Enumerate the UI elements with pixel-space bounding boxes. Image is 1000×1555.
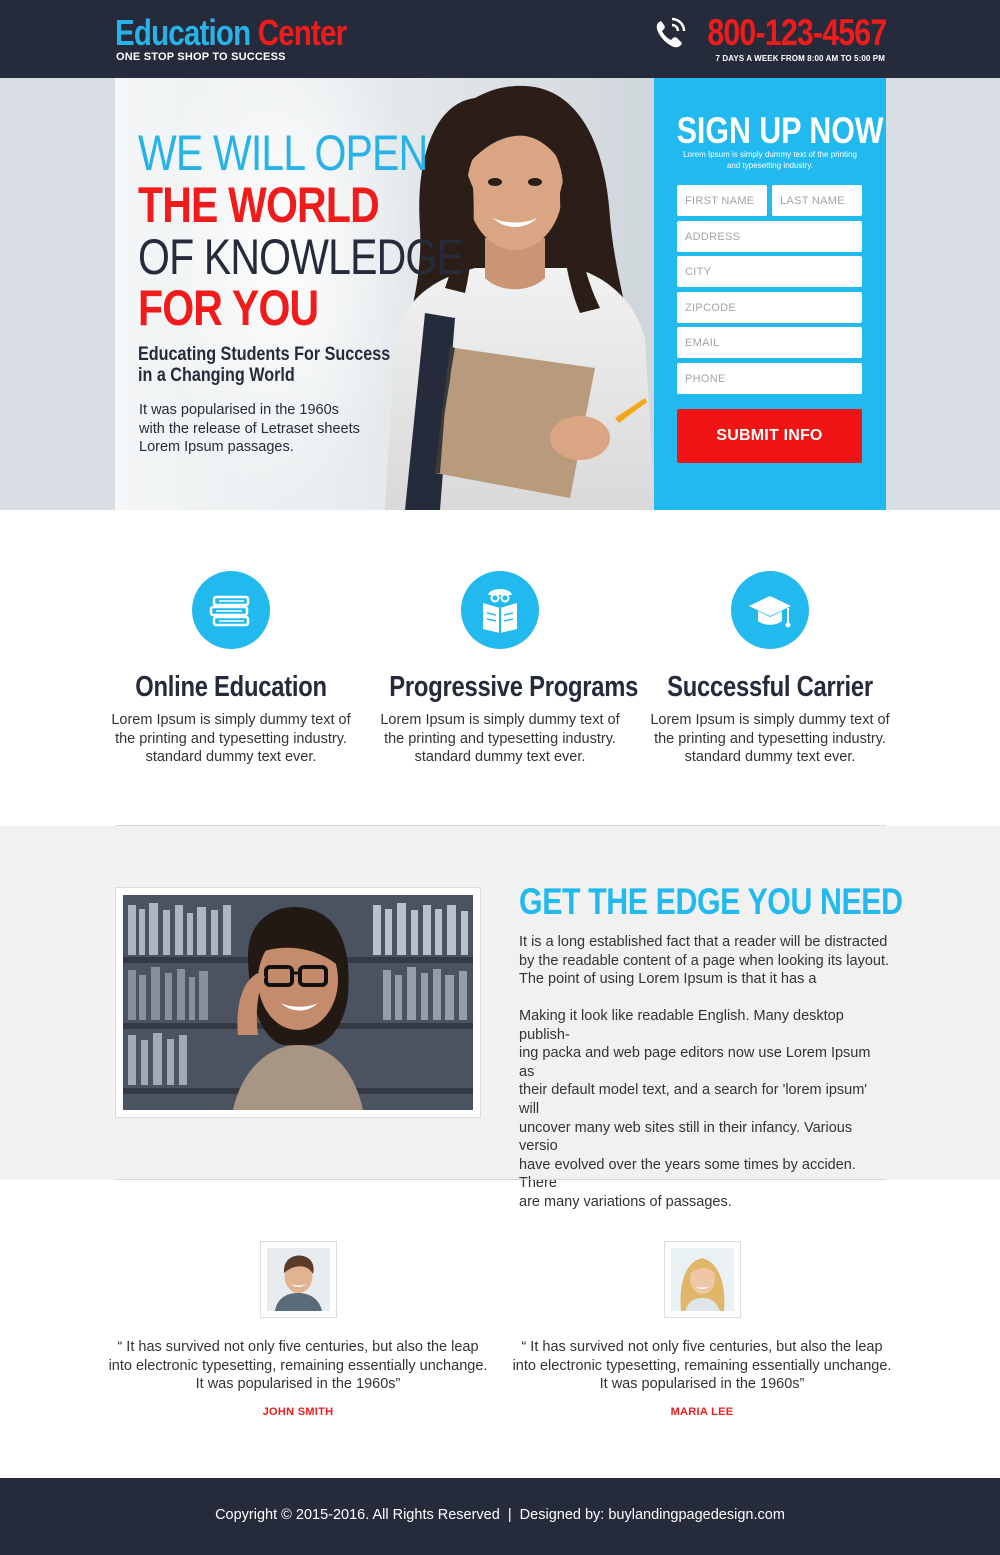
phone-icon (656, 17, 686, 48)
edge-p1-line3: The point of using Lorem Ipsum is that i… (519, 971, 817, 988)
brand-part2: Center (257, 12, 347, 53)
quote-line3: It was popularised in the 1960s” (599, 1376, 805, 1393)
graduation-cap-icon (731, 571, 809, 649)
feature-text-line2: the printing and typesetting industry. (384, 730, 616, 747)
form-subtitle: Lorem Ipsum is simply dummy text of the … (672, 150, 868, 171)
address-field[interactable] (677, 221, 862, 252)
hero-headline-line1: WE WILL OPEN (138, 125, 428, 181)
student-with-glasses-photo (123, 895, 473, 1110)
feature-text-line1: Lorem Ipsum is simply dummy text of (650, 712, 890, 728)
phone-field[interactable] (677, 363, 862, 394)
quote-line1: “ It has survived not only five centurie… (521, 1339, 883, 1355)
hero-subtitle: Educating Students For Success in a Chan… (138, 344, 390, 386)
form-subtitle-line1: Lorem Ipsum is simply dummy text of the … (683, 150, 857, 159)
hero-desc-line1: It was popularised in the 1960s (139, 402, 339, 418)
quote-line2: into electronic typesetting, remaining e… (108, 1357, 488, 1374)
testimonial-avatar-frame (260, 1241, 337, 1318)
feature-title: Progressive Programs (389, 671, 639, 703)
reader-icon (461, 571, 539, 649)
avatar (267, 1248, 330, 1311)
hero-headline-line2: THE WORLD (138, 177, 380, 233)
hero-subtitle-line1: Educating Students For Success (138, 344, 391, 365)
feature-online-education: Online Education Lorem Ipsum is simply d… (96, 571, 366, 767)
feature-progressive-programs: Progressive Programs Lorem Ipsum is simp… (365, 571, 639, 767)
submit-button[interactable]: SUBMIT INFO (677, 409, 862, 463)
quote-line2: into electronic typesetting, remaining e… (512, 1357, 892, 1374)
feature-text: Lorem Ipsum is simply dummy text of the … (365, 711, 635, 767)
feature-title: Online Education (135, 671, 327, 703)
feature-text-line1: Lorem Ipsum is simply dummy text of (111, 712, 351, 728)
edge-p1-line1: It is a long established fact that a rea… (519, 934, 888, 950)
feature-text-line2: the printing and typesetting industry. (654, 730, 886, 747)
first-name-field[interactable] (677, 185, 767, 216)
edge-p2-line2: ing packa and web page editors now use L… (519, 1045, 871, 1080)
edge-paragraph-2: Making it look like readable English. Ma… (519, 1007, 889, 1212)
testimonial-quote: “ It has survived not only five centurie… (108, 1338, 488, 1394)
edge-p2-line5: have evolved over the years some times b… (519, 1156, 856, 1192)
feature-text-line2: the printing and typesetting industry. (115, 730, 347, 747)
brand-part1: Education (115, 12, 251, 53)
feature-text-line3: standard dummy text ever. (684, 749, 856, 766)
city-field[interactable] (677, 256, 862, 287)
feature-text-line3: standard dummy text ever. (145, 749, 317, 766)
footer-copyright: Copyright © 2015-2016. All Rights Reserv… (215, 1507, 785, 1523)
section-divider (115, 1179, 886, 1180)
testimonial-name: MARIA LEE (670, 1406, 734, 1418)
quote-line1: “ It has survived not only five centurie… (117, 1339, 479, 1355)
feature-successful-carrier: Successful Carrier Lorem Ipsum is simply… (635, 571, 905, 767)
edge-photo-frame (115, 887, 481, 1118)
hero-headline-line3: OF KNOWLEDGE (138, 229, 464, 285)
edge-section-title: GET THE EDGE YOU NEED (519, 881, 903, 922)
testimonial-avatar-frame (664, 1241, 741, 1318)
edge-p2-line6: are many variations of passages. (519, 1193, 732, 1210)
form-subtitle-line2: and typesetting industry. (726, 160, 814, 170)
header-hours: 7 DAYS A WEEK FROM 8:00 AM TO 5:00 PM (715, 54, 885, 63)
testimonial-name: JOHN SMITH (262, 1406, 334, 1418)
edge-p2-line1: Making it look like readable English. Ma… (519, 1008, 844, 1043)
hero-desc-line2: with the release of Letraset sheets (139, 420, 360, 437)
edge-p1-line2: by the readable content of a page when l… (519, 952, 890, 969)
hero-description: It was popularised in the 1960s with the… (139, 401, 379, 457)
feature-text: Lorem Ipsum is simply dummy text of the … (635, 711, 905, 767)
email-field[interactable] (677, 327, 862, 358)
brand-tagline: ONE STOP SHOP TO SUCCESS (116, 51, 286, 63)
books-icon (192, 571, 270, 649)
edge-p2-line4: uncover many web sites still in their in… (519, 1119, 853, 1155)
testimonial-quote: “ It has survived not only five centurie… (512, 1338, 892, 1394)
form-title: SIGN UP NOW (676, 110, 884, 151)
edge-paragraph-1: It is a long established fact that a rea… (519, 933, 889, 989)
avatar (671, 1248, 734, 1311)
hero-desc-line3: Lorem Ipsum passages. (139, 439, 294, 455)
edge-p2-line3: their default model text, and a search f… (519, 1082, 868, 1117)
feature-title: Successful Carrier (667, 671, 873, 703)
hero-headline-line4: FOR YOU (138, 280, 319, 336)
feature-text: Lorem Ipsum is simply dummy text of the … (96, 711, 366, 767)
header-phone-number[interactable]: 800-123-4567 (707, 12, 887, 54)
quote-line3: It was popularised in the 1960s” (195, 1376, 401, 1393)
hero-subtitle-line2: in a Changing World (138, 365, 295, 386)
zipcode-field[interactable] (677, 292, 862, 323)
brand-logo[interactable]: Education Center (115, 12, 347, 54)
feature-text-line1: Lorem Ipsum is simply dummy text of (380, 712, 620, 728)
last-name-field[interactable] (772, 185, 862, 216)
feature-text-line3: standard dummy text ever. (414, 749, 586, 766)
